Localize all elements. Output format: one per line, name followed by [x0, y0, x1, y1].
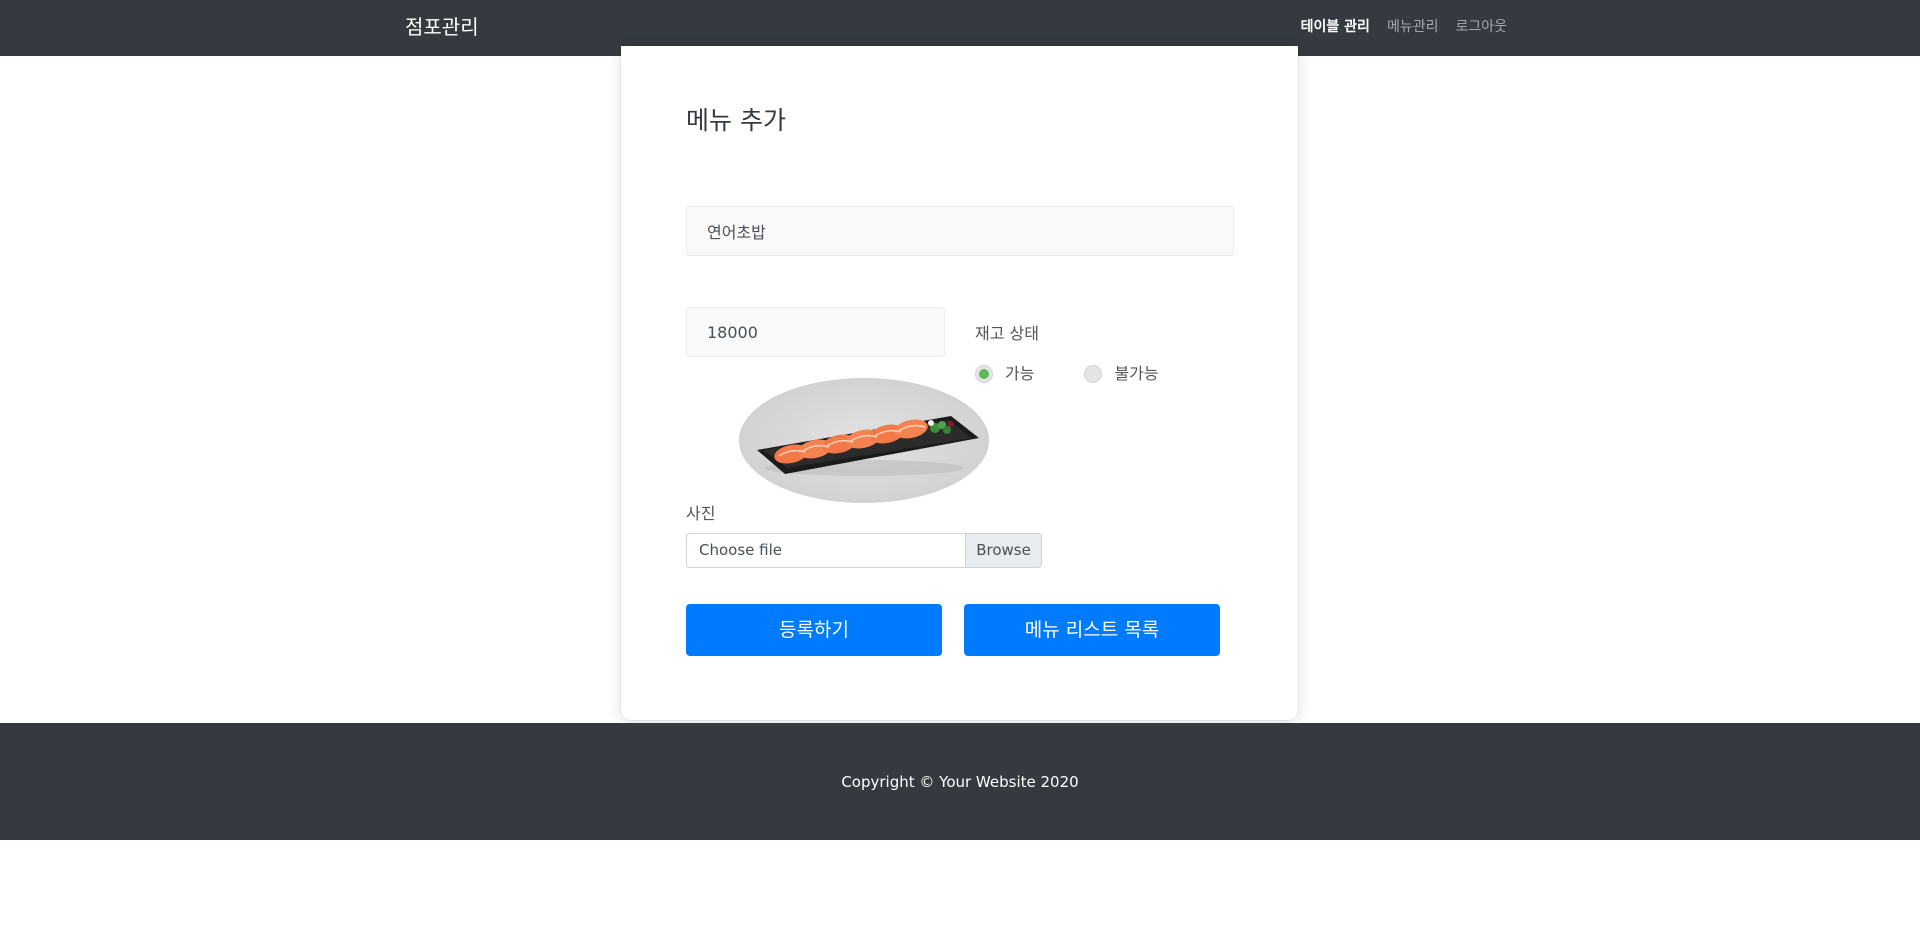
nav-links: 테이블 관리 메뉴관리 로그아웃 [1301, 17, 1507, 37]
page-title: 메뉴 추가 [686, 106, 786, 135]
nav-link-menu-management[interactable]: 메뉴관리 [1387, 17, 1439, 37]
brand-logo[interactable]: 점포관리 [405, 12, 479, 42]
stock-status-label: 재고 상태 [975, 324, 1039, 343]
salmon-sushi-image [739, 378, 989, 503]
menu-photo-preview [739, 378, 989, 503]
price-input[interactable] [686, 307, 945, 357]
name-input[interactable] [686, 206, 1234, 256]
nav-link-table-management[interactable]: 테이블 관리 [1301, 17, 1370, 37]
stock-available-label: 가능 [1005, 364, 1035, 383]
footer: Copyright © Your Website 2020 [0, 723, 1920, 840]
stock-unavailable-label: 불가능 [1114, 364, 1159, 383]
stock-available-radio[interactable]: 가능 [975, 363, 1034, 385]
menu-list-button[interactable]: 메뉴 리스트 목록 [964, 604, 1220, 656]
nav-link-logout[interactable]: 로그아웃 [1455, 17, 1507, 37]
radio-checked-icon[interactable] [975, 365, 993, 383]
file-upload[interactable]: Choose file Browse [686, 533, 1042, 568]
radio-unchecked-icon[interactable] [1084, 365, 1103, 383]
stock-status-radio-group: 가능 불가능 [975, 363, 1159, 385]
stock-unavailable-radio[interactable]: 불가능 [1084, 363, 1159, 385]
copyright-text: Copyright © Your Website 2020 [841, 773, 1079, 791]
menu-add-card: 메뉴 추가 이름 가격 재고 상태 가능 불가능 [621, 46, 1298, 720]
submit-button[interactable]: 등록하기 [686, 604, 942, 656]
photo-label: 사진 [686, 504, 716, 523]
browse-button[interactable]: Browse [965, 534, 1041, 567]
file-input[interactable]: Choose file [687, 534, 965, 567]
